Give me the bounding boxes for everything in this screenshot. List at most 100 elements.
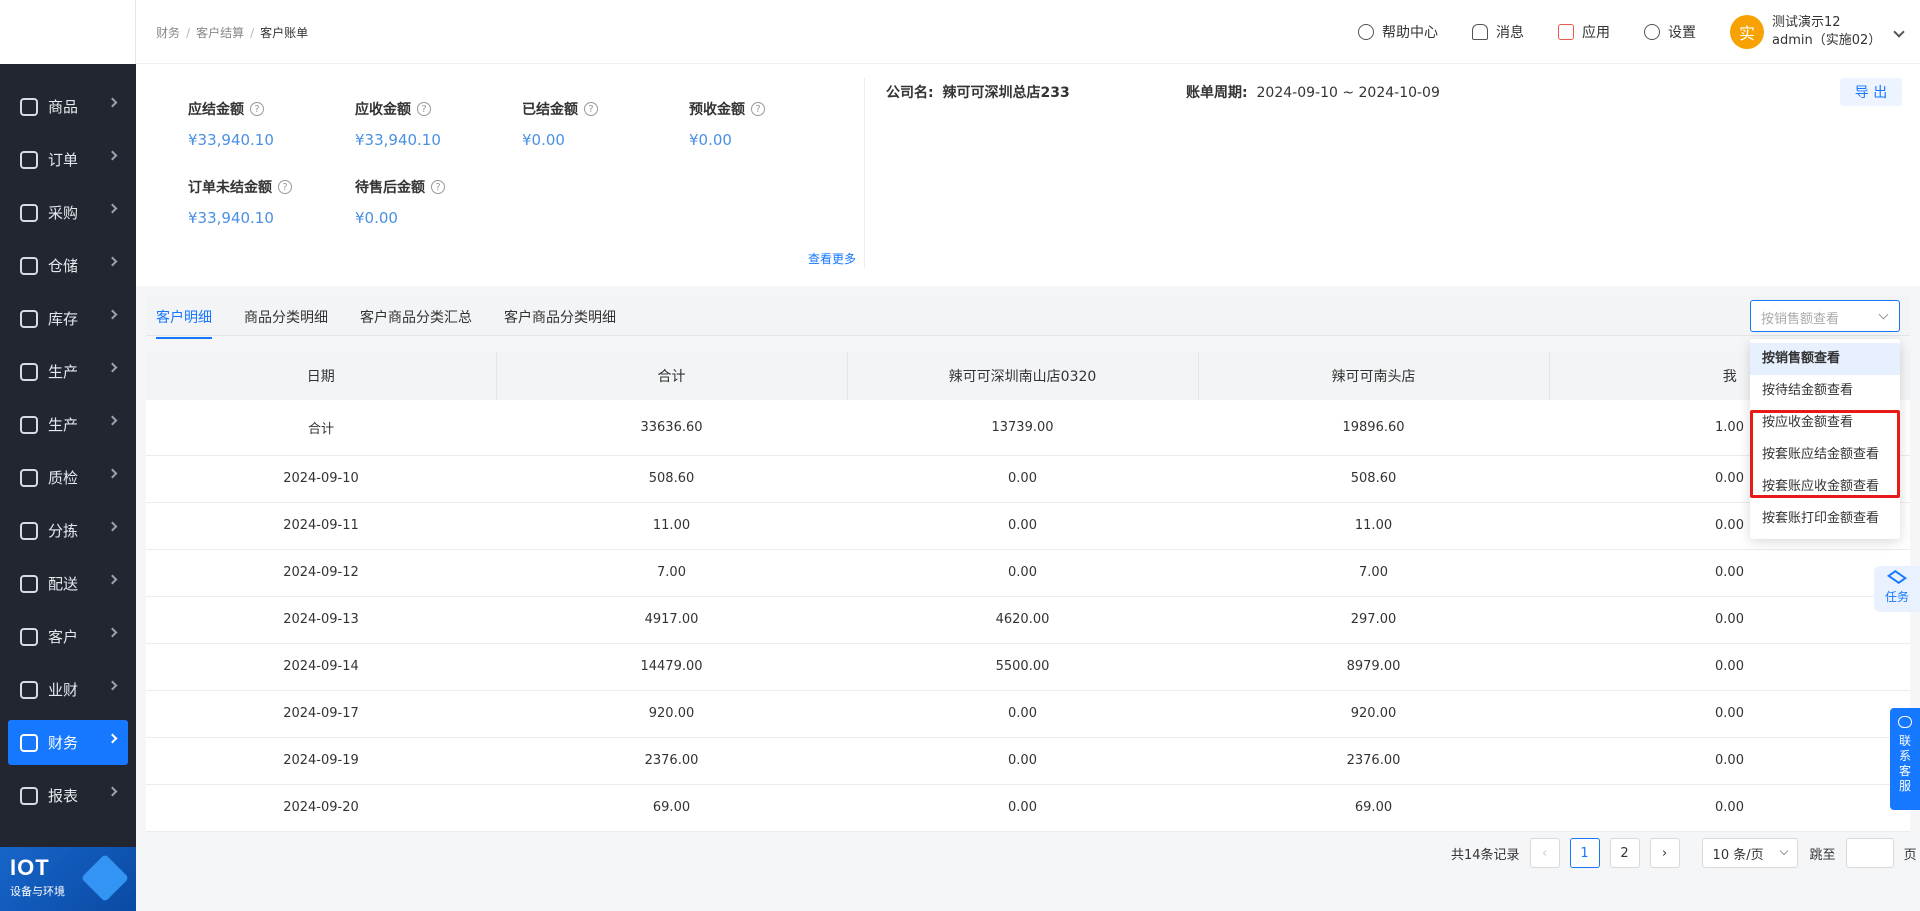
page-size-select[interactable]: 10 条/页: [1701, 838, 1798, 868]
page-button[interactable]: 2: [1609, 838, 1640, 868]
option-by-receivable[interactable]: 按应收金额查看: [1750, 407, 1900, 439]
tab-customer-category-summary[interactable]: 客户商品分类汇总: [360, 307, 472, 327]
sidebar-item-orders[interactable]: 订单: [8, 137, 128, 182]
table-cell: 14479.00: [496, 643, 847, 691]
option-by-ledger-payable[interactable]: 按套账应结金额查看: [1750, 439, 1900, 471]
question-icon[interactable]: ?: [278, 180, 292, 194]
sidebar-item-business-finance[interactable]: 业财: [8, 667, 128, 712]
table-cell: 508.60: [496, 455, 847, 503]
table-row: 2024-09-17 920.00 0.00 920.00 0.00: [146, 690, 1910, 738]
settings-button[interactable]: 设置: [1644, 22, 1696, 42]
contact-char: 联: [1898, 734, 1911, 748]
next-page-button[interactable]: ›: [1649, 838, 1680, 868]
metric-label: 应结金额: [188, 102, 244, 118]
user-account: admin（实施02）: [1772, 33, 1882, 48]
table-cell: 0.00: [847, 784, 1198, 832]
table-cell: 19896.60: [1198, 400, 1549, 456]
option-by-ledger-print[interactable]: 按套账打印金额查看: [1750, 503, 1900, 535]
avatar: 实: [1730, 15, 1764, 49]
sidebar-item-sorting[interactable]: 分拣: [8, 508, 128, 553]
question-icon[interactable]: ?: [584, 102, 598, 116]
metric-label: 应收金额: [355, 102, 411, 118]
see-more-link[interactable]: 查看更多: [808, 250, 856, 267]
breadcrumb-item[interactable]: 客户结算: [196, 26, 244, 40]
sidebar-item-warehouse[interactable]: 仓储: [8, 243, 128, 288]
tab-customer-category-detail[interactable]: 客户商品分类明细: [504, 307, 616, 327]
task-button[interactable]: 任务: [1874, 566, 1920, 612]
export-button[interactable]: 导 出: [1840, 78, 1902, 106]
sidebar-item-customer[interactable]: 客户: [8, 614, 128, 659]
sidebar-item-label: 订单: [48, 151, 79, 169]
question-icon[interactable]: ?: [417, 102, 431, 116]
metric-label: 预收金额: [689, 102, 745, 118]
table-cell: 2024-09-12: [146, 549, 496, 597]
page-button[interactable]: 1: [1569, 838, 1600, 868]
sidebar-item-delivery[interactable]: 配送: [8, 561, 128, 606]
table-cell: 0.00: [1549, 690, 1910, 738]
messages-button[interactable]: 消息: [1472, 22, 1524, 42]
chevron-right-icon: [107, 415, 118, 426]
table-cell: 7.00: [496, 549, 847, 597]
option-by-pending[interactable]: 按待结金额查看: [1750, 375, 1900, 407]
sidebar-item-purchase[interactable]: 采购: [8, 190, 128, 235]
table-cell: 33636.60: [496, 400, 847, 456]
question-icon[interactable]: ?: [751, 102, 765, 116]
question-icon[interactable]: ?: [431, 180, 445, 194]
table-cell: 920.00: [496, 690, 847, 738]
sidebar-item-finance[interactable]: 财务: [8, 720, 128, 765]
jump-label: 跳至: [1809, 847, 1836, 863]
sidebar-item-label: 财务: [48, 734, 79, 752]
sidebar-item-production-2[interactable]: 生产: [8, 402, 128, 447]
metric-prepaid: 预收金额? ¥0.00: [689, 99, 849, 149]
prev-page-button[interactable]: ‹: [1529, 838, 1560, 868]
warehouse-icon: [20, 256, 38, 275]
breadcrumb-item[interactable]: 财务: [156, 26, 180, 40]
iot-banner[interactable]: IOT 设备与环境: [0, 847, 136, 911]
chevron-right-icon: [107, 309, 118, 320]
table-cell: 2376.00: [1198, 737, 1549, 785]
table-cell: 0.00: [1549, 549, 1910, 597]
sort-icon: [20, 521, 38, 540]
chevron-right-icon: [107, 362, 118, 373]
chevron-right-icon: [107, 468, 118, 479]
option-by-ledger-receivable[interactable]: 按套账应收金额查看: [1750, 471, 1900, 503]
table-header-row: 日期 合计 辣可可深圳南山店0320 辣可可南头店 我: [146, 352, 1910, 400]
sidebar-item-production[interactable]: 生产: [8, 349, 128, 394]
tab-category-detail[interactable]: 商品分类明细: [244, 307, 328, 327]
chevron-right-icon: [107, 680, 118, 691]
sidebar-item-reports[interactable]: 报表: [8, 773, 128, 818]
grid-icon: [20, 97, 38, 116]
table-cell: 13739.00: [847, 400, 1198, 456]
chevron-right-icon: [107, 786, 118, 797]
metric-settled: 已结金额? ¥0.00: [522, 99, 682, 149]
period-value: 2024-09-10 ~ 2024-10-09: [1256, 85, 1440, 101]
user-menu[interactable]: 实 测试演示12 admin（实施02）: [1730, 14, 1905, 50]
table-cell: 2024-09-19: [146, 737, 496, 785]
chart-icon: [20, 680, 38, 699]
sidebar-item-goods[interactable]: 商品: [8, 84, 128, 129]
messages-label: 消息: [1496, 25, 1524, 41]
metric-receivable: 应收金额? ¥33,940.10: [355, 99, 515, 149]
column-header: 日期: [146, 352, 497, 400]
layers-icon: [1887, 570, 1907, 584]
view-mode-select[interactable]: 按销售额查看: [1750, 300, 1900, 332]
help-center-button[interactable]: 帮助中心: [1358, 22, 1438, 42]
company-info: 公司名: 辣可可深圳总店233: [886, 82, 1070, 102]
jump-input[interactable]: [1845, 838, 1894, 868]
apps-button[interactable]: 应用: [1558, 22, 1610, 42]
select-placeholder: 按销售额查看: [1761, 312, 1840, 327]
question-icon[interactable]: ?: [250, 102, 264, 116]
sidebar-item-inventory[interactable]: 库存: [8, 296, 128, 341]
help-icon: [1358, 24, 1374, 40]
metric-label: 已结金额: [522, 102, 578, 118]
table-cell: 0.00: [1549, 737, 1910, 785]
view-mode-dropdown: 按销售额查看 按待结金额查看 按应收金额查看 按套账应结金额查看 按套账应收金额…: [1750, 339, 1900, 539]
contact-service-button[interactable]: 联 系 客 服: [1890, 708, 1920, 810]
tab-customer-detail[interactable]: 客户明细: [156, 307, 212, 339]
metric-value: ¥33,940.10: [188, 209, 274, 227]
sidebar-item-label: 库存: [48, 310, 79, 328]
option-by-sales[interactable]: 按销售额查看: [1750, 343, 1900, 375]
breadcrumb: 财务 / 客户结算 / 客户账单: [156, 24, 308, 41]
page-unit: 页: [1903, 847, 1917, 863]
sidebar-item-quality[interactable]: 质检: [8, 455, 128, 500]
